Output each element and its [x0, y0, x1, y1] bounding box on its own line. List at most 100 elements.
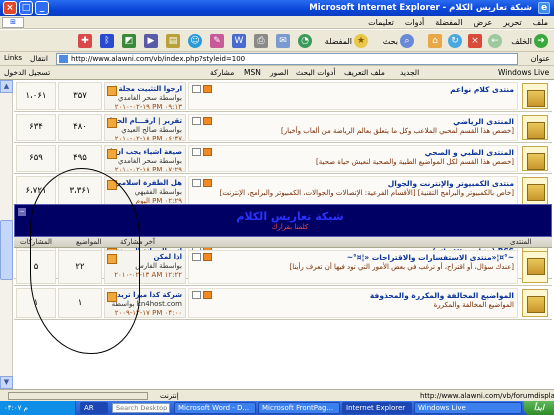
banner-title: شبكة تعاريس الكلام	[236, 210, 344, 223]
link-share[interactable]: مشاركة	[210, 68, 234, 77]
rss-icon[interactable]	[203, 117, 212, 125]
menu-help[interactable]: تعليمات	[368, 18, 394, 27]
login-link[interactable]: تسجيل الدخول	[4, 68, 50, 77]
system-tray[interactable]: ۰۴:۰۷ م	[0, 401, 76, 415]
link-images[interactable]: الصور	[270, 68, 288, 77]
forum-title[interactable]: ~°¤¦«منتدى الاستفسارات والاقتراحات «¦¤°~	[192, 253, 514, 262]
rss-icon[interactable]	[203, 148, 212, 156]
link-search-tools[interactable]: أدوات البحث	[296, 68, 335, 77]
history-button[interactable]: ◔	[298, 33, 312, 49]
folder-icon	[527, 258, 545, 275]
search-forum-icon[interactable]	[192, 85, 201, 93]
maximize-button[interactable]: □	[19, 1, 33, 15]
post-icon	[107, 118, 117, 128]
print-button[interactable]: ⎙	[254, 33, 268, 49]
search-forum-icon[interactable]	[192, 253, 201, 261]
go-button[interactable]: انتقال	[30, 54, 48, 63]
scroll-down-icon[interactable]: ▼	[0, 376, 13, 389]
forum-cell[interactable]: منتدى الكمبيوتر والإنترنت والجوال [خاص با…	[188, 176, 518, 206]
search-forum-icon[interactable]	[192, 117, 201, 125]
forum-title[interactable]: المواضيع المخالفة والمكررة والمحذوفة	[192, 291, 514, 300]
messenger-button[interactable]: ☺	[188, 33, 202, 49]
rss-icon[interactable]	[203, 85, 212, 93]
search-forum-icon[interactable]	[192, 179, 201, 187]
link-profile[interactable]: ملف التعريف	[344, 68, 385, 77]
menu-file[interactable]: ملف	[533, 18, 548, 27]
task-word[interactable]: Microsoft Word - D...	[174, 402, 256, 414]
last-post-title[interactable]: ارجوا التثبيت مجلة كروشيه مع...	[108, 85, 182, 93]
media-button[interactable]: ▶	[144, 33, 158, 49]
bluetooth-button[interactable]: ᛒ	[100, 33, 114, 49]
forum-cell[interactable]: المواضيع المخالفة والمكررة والمحذوفة المو…	[188, 288, 518, 318]
title-bar[interactable]: × □ _ شبكة تعاريس الكلام - Microsoft Int…	[0, 0, 554, 16]
back-button[interactable]: الخلف ➜	[511, 33, 548, 49]
forum-cell[interactable]: ~°¤¦«منتدى الاستفسارات والاقتراحات «¦¤°~…	[188, 250, 518, 284]
language-indicator[interactable]: AR	[80, 402, 108, 414]
scroll-thumb[interactable]	[0, 220, 13, 280]
task-internet-explorer[interactable]: Internet Explorer	[342, 402, 412, 414]
rss-icon[interactable]	[203, 291, 212, 299]
scroll-up-icon[interactable]: ▲	[0, 80, 13, 93]
stop-button[interactable]: ×	[468, 33, 482, 49]
forum-title[interactable]: المنتدى الطبي و الصحي	[192, 148, 514, 157]
forum-cell[interactable]: المنتدى الطبي و الصحي [خصص هذا القسم لكل …	[188, 145, 518, 172]
extra-button[interactable]: ✚	[78, 33, 92, 49]
search-label: بحث	[382, 36, 398, 46]
last-post-title[interactable]: تقرير | أرقـــام الحماية...	[108, 117, 182, 125]
last-post-cell[interactable]: ارجوا التثبيت مجلة كروشيه مع...بواسطة سح…	[104, 82, 186, 110]
task-frontpage[interactable]: Microsoft FrontPag...	[258, 402, 340, 414]
start-button[interactable]: ابدأ	[524, 401, 554, 415]
windows-live-label[interactable]: Windows Live	[498, 68, 549, 77]
last-post-author[interactable]: بواسطة سحر الغامدي	[108, 94, 182, 102]
forum-description: [عندك سؤال، أو اقتراح، أو ترغب في بعض ال…	[289, 263, 514, 271]
link-new[interactable]: الجديد	[400, 68, 419, 77]
forward-button[interactable]: ←	[488, 33, 502, 49]
vertical-scrollbar[interactable]: ▲ ▼	[0, 80, 13, 389]
mail-button[interactable]: ✉	[276, 33, 290, 49]
address-input[interactable]: http://www.alawni.com/vb/index.php?style…	[56, 53, 518, 65]
collapse-toggle-icon[interactable]: −	[18, 208, 26, 216]
link-msn[interactable]: MSN	[244, 68, 261, 77]
extra-icon: ✚	[78, 34, 92, 48]
search-forum-icon[interactable]	[192, 148, 201, 156]
task-windows-live[interactable]: Windows Live	[414, 402, 522, 414]
forum-cell[interactable]: منتدى كلام نواعم	[188, 82, 518, 110]
search-button[interactable]: بحث ⌕	[383, 33, 414, 49]
favorites-button[interactable]: المفضلة ★	[325, 33, 368, 49]
last-post-author[interactable]: بواسطة سحر الغامدي	[108, 157, 182, 165]
last-post-author[interactable]: بواسطة صالح العيدي	[108, 126, 182, 134]
menu-edit[interactable]: تحرير	[503, 18, 521, 27]
hand-drawn-annotation-oval	[30, 168, 140, 354]
rss-icon[interactable]	[203, 179, 212, 187]
thread-count: ۴۸۰	[58, 114, 102, 141]
minimize-button[interactable]: _	[35, 1, 49, 15]
forum-title[interactable]: منتدى كلام نواعم	[192, 85, 514, 94]
menu-tools[interactable]: أدوات	[405, 18, 424, 27]
desktop-search-input[interactable]: Search Desktop	[112, 403, 170, 413]
close-button[interactable]: ×	[3, 1, 17, 15]
menu-view[interactable]: عرض	[473, 18, 492, 27]
home-button[interactable]: ⌂	[428, 33, 442, 49]
forum-row: ۶۳۴ تقرير | أرقـــام الحماية...بواسطة صال…	[14, 112, 552, 143]
windows-logo-icon: ⊞	[2, 17, 24, 28]
last-post-cell[interactable]: تقرير | أرقـــام الحماية...بواسطة صالح ا…	[104, 114, 186, 141]
last-post-date: ۲۰۱۰-۰۲-۱۹ PM ۰۹:۱۳	[114, 103, 182, 110]
forum-title[interactable]: منتدى الكمبيوتر والإنترنت والجوال	[192, 179, 514, 188]
links-label[interactable]: Links	[4, 54, 22, 62]
refresh-button[interactable]: ↻	[448, 33, 462, 49]
last-post-cell[interactable]: صيغة أشياء يجب أن لاتمارسها...بواسطة سحر…	[104, 145, 186, 172]
research-button[interactable]: ▤	[166, 33, 180, 49]
forum-cell[interactable]: المنتدى الرياضي [خصص هذا القسم لمحبي المل…	[188, 114, 518, 141]
translate-button[interactable]: ◩	[122, 33, 136, 49]
folder-icon	[527, 153, 545, 170]
discuss-button[interactable]: ✎	[210, 33, 224, 49]
bluetooth-icon: ᛒ	[100, 34, 114, 48]
refresh-icon: ↻	[448, 34, 462, 48]
rss-icon[interactable]	[203, 253, 212, 261]
edit-button[interactable]: W	[232, 33, 246, 49]
last-post-title[interactable]: صيغة أشياء يجب أن لاتمارسها...	[108, 148, 182, 156]
status-bar: إنترنت http://www.alawni.com/vb/forumdis…	[0, 389, 554, 401]
search-forum-icon[interactable]	[192, 291, 201, 299]
menu-favorites[interactable]: المفضلة	[435, 18, 462, 27]
forum-title[interactable]: المنتدى الرياضي	[192, 117, 514, 126]
